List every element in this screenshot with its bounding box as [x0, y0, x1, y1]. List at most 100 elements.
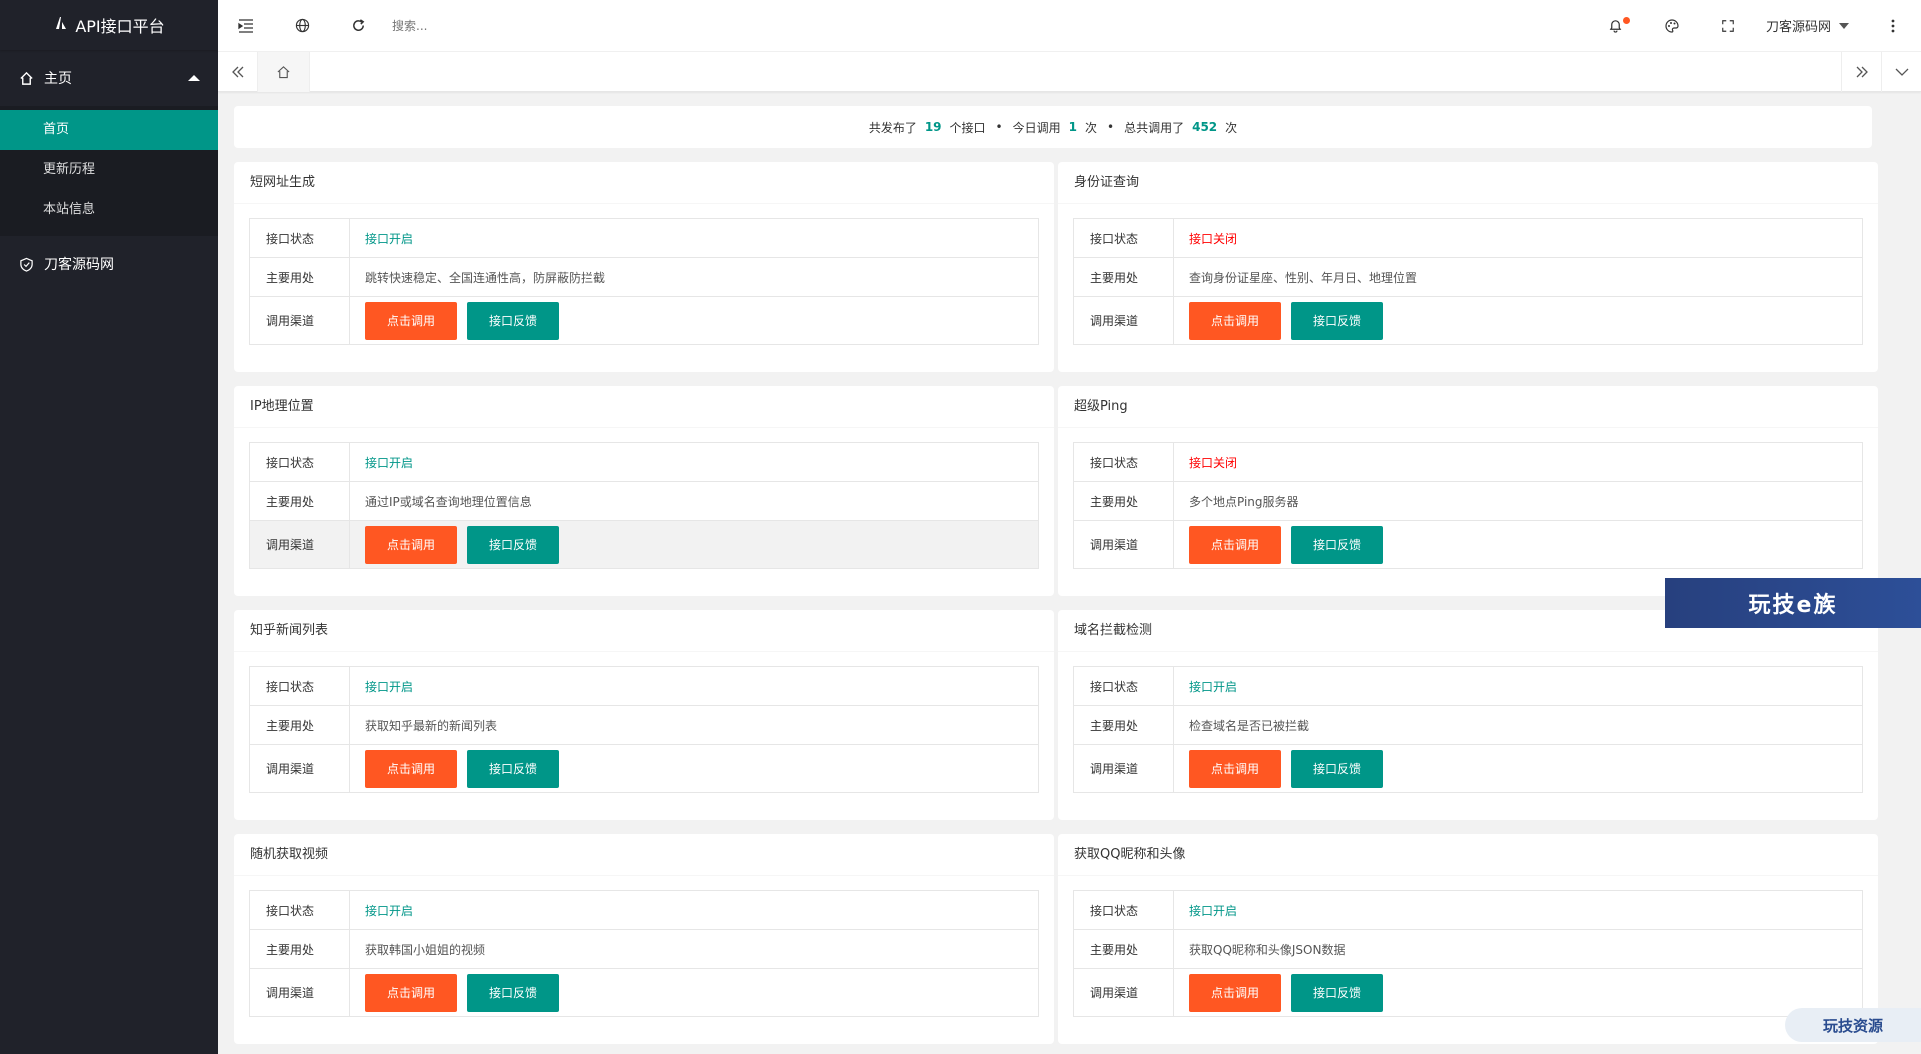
sidebar-item-site-info[interactable]: 本站信息	[0, 190, 218, 230]
api-card-title: 身份证查询	[1058, 162, 1878, 204]
call-api-button[interactable]: 点击调用	[365, 973, 457, 1012]
api-info-table: 接口状态 接口开启 主要用处 获取QQ昵称和头像JSON数据 调用渠道 点击调用 接口反…	[1073, 890, 1863, 1017]
app-logo[interactable]: API接口平台	[0, 0, 218, 50]
call-api-button[interactable]: 点击调用	[365, 749, 457, 788]
call-api-button[interactable]: 点击调用	[1189, 749, 1281, 788]
tabbar-right	[1841, 51, 1921, 92]
api-card-title: 短网址生成	[234, 162, 1054, 204]
usage-label: 主要用处	[249, 481, 350, 521]
stats-total-count: 452	[1192, 120, 1218, 134]
api-info-table: 接口状态 接口开启 主要用处 检查域名是否已被拦截 调用渠道 点击调用 接口反馈	[1073, 666, 1863, 793]
api-card-title: 知乎新闻列表	[234, 610, 1054, 652]
indent-icon	[238, 18, 253, 33]
channel-label: 调用渠道	[1073, 296, 1174, 345]
watermark-logo-bottom: 玩技资源	[1785, 1008, 1921, 1042]
bell-icon	[1610, 20, 1622, 33]
stats-today-unit: 次	[1085, 120, 1098, 135]
feedback-button[interactable]: 接口反馈	[1291, 973, 1383, 1012]
more-button[interactable]	[1865, 0, 1921, 52]
usage-label: 主要用处	[249, 257, 350, 297]
status-label: 接口状态	[1073, 218, 1174, 258]
channel-label: 调用渠道	[1073, 520, 1174, 569]
more-vertical-icon	[1891, 19, 1895, 32]
stats-published-count: 19	[924, 120, 942, 134]
api-card: 随机获取视频 接口状态 接口开启 主要用处 获取韩国小姐姐的视频 调用渠道 点击调用接…	[234, 834, 1054, 1044]
stats-published-label: 共发布了	[868, 120, 917, 135]
api-card-title: IP地理位置	[234, 386, 1054, 428]
channel-label: 调用渠道	[249, 744, 350, 793]
refresh-button[interactable]	[330, 0, 386, 52]
tabs-menu-button[interactable]	[1881, 51, 1921, 92]
top-header: 刀客源码网	[218, 0, 1921, 52]
feedback-button[interactable]: 接口反馈	[1291, 525, 1383, 564]
tabs-scroll-left-button[interactable]	[218, 51, 258, 92]
theme-button[interactable]	[1644, 0, 1700, 52]
api-info-table: 接口状态 接口开启 主要用处 获取知乎最新的新闻列表 调用渠道 点击调用 接口反馈	[249, 666, 1039, 793]
feedback-button[interactable]: 接口反馈	[467, 525, 559, 564]
fullscreen-icon	[1722, 19, 1734, 32]
api-usage: 获取韩国小姐姐的视频	[349, 929, 1039, 969]
api-usage: 多个地点Ping服务器	[1173, 481, 1863, 521]
api-card: 身份证查询 接口状态 接口关闭 主要用处 查询身份证星座、性别、年月日、地理位置 调…	[1058, 162, 1878, 372]
nav-group-site-label: 刀客源码网	[44, 257, 114, 273]
status-label: 接口状态	[1073, 442, 1174, 482]
stats-today-label: 今日调用	[1012, 120, 1061, 135]
watermark-logo: 玩技e族	[1665, 578, 1921, 628]
fullscreen-button[interactable]	[1700, 0, 1756, 52]
call-api-button[interactable]: 点击调用	[365, 525, 457, 564]
stats-today-count: 1	[1068, 120, 1077, 134]
api-card: 短网址生成 接口状态 接口开启 主要用处 跳转快速稳定、全国连通性高，防屏蔽防拦截 …	[234, 162, 1054, 372]
refresh-icon	[352, 19, 364, 31]
globe-icon	[295, 18, 309, 33]
notification-button[interactable]	[1588, 0, 1644, 52]
call-api-button[interactable]: 点击调用	[1189, 525, 1281, 564]
nav-group-home[interactable]: 主页	[0, 50, 218, 106]
feedback-button[interactable]: 接口反馈	[467, 749, 559, 788]
call-api-button[interactable]: 点击调用	[1189, 973, 1281, 1012]
api-card: 超级Ping 接口状态 接口关闭 主要用处 多个地点Ping服务器 调用渠道 点击调用…	[1058, 386, 1878, 596]
api-info-table: 接口状态 接口开启 主要用处 跳转快速稳定、全国连通性高，防屏蔽防拦截 调用渠道 点击…	[249, 218, 1039, 345]
home-icon	[18, 70, 34, 86]
tab-home[interactable]	[258, 51, 310, 92]
feedback-button[interactable]: 接口反馈	[467, 301, 559, 340]
api-usage: 获取QQ昵称和头像JSON数据	[1173, 929, 1863, 969]
api-status: 接口开启	[349, 890, 1039, 930]
api-usage: 获取知乎最新的新闻列表	[349, 705, 1039, 745]
tabs-scroll-right-button[interactable]	[1841, 51, 1881, 92]
sidebar-item-home[interactable]: 首页	[0, 110, 218, 150]
status-label: 接口状态	[249, 442, 350, 482]
subnav: 首页 更新历程 本站信息	[0, 106, 218, 236]
api-usage: 查询身份证星座、性别、年月日、地理位置	[1173, 257, 1863, 297]
call-api-button[interactable]: 点击调用	[1189, 301, 1281, 340]
menu-toggle-button[interactable]	[218, 0, 274, 52]
api-card-grid: 短网址生成 接口状态 接口开启 主要用处 跳转快速稳定、全国连通性高，防屏蔽防拦截 …	[234, 162, 1905, 1044]
caret-down-icon	[1839, 22, 1849, 29]
api-status: 接口开启	[1173, 666, 1863, 706]
search-input[interactable]	[392, 10, 612, 41]
api-status: 接口开启	[1173, 890, 1863, 930]
api-info-table: 接口状态 接口关闭 主要用处 多个地点Ping服务器 调用渠道 点击调用 接口反馈	[1073, 442, 1863, 569]
call-api-button[interactable]: 点击调用	[365, 301, 457, 340]
website-button[interactable]	[274, 0, 330, 52]
nav-group-site[interactable]: 刀客源码网	[0, 236, 218, 292]
feedback-button[interactable]: 接口反馈	[1291, 749, 1383, 788]
status-label: 接口状态	[1073, 666, 1174, 706]
usage-label: 主要用处	[1073, 481, 1174, 521]
usage-label: 主要用处	[249, 929, 350, 969]
stats-total-unit: 次	[1225, 120, 1238, 135]
stats-bar: 共发布了 19 个接口 • 今日调用 1 次 • 总共调用了 452 次	[234, 106, 1872, 148]
channel-label: 调用渠道	[249, 520, 350, 569]
feedback-button[interactable]: 接口反馈	[1291, 301, 1383, 340]
sidebar-item-changelog[interactable]: 更新历程	[0, 150, 218, 190]
header-right: 刀客源码网	[1588, 0, 1921, 52]
api-card: IP地理位置 接口状态 接口开启 主要用处 通过IP或域名查询地理位置信息 调用渠道…	[234, 386, 1054, 596]
api-status: 接口开启	[349, 666, 1039, 706]
feedback-button[interactable]: 接口反馈	[467, 973, 559, 1012]
api-usage: 跳转快速稳定、全国连通性高，防屏蔽防拦截	[349, 257, 1039, 297]
api-card: 知乎新闻列表 接口状态 接口开启 主要用处 获取知乎最新的新闻列表 调用渠道 点击调用…	[234, 610, 1054, 820]
user-menu[interactable]: 刀客源码网	[1756, 16, 1865, 35]
channel-label: 调用渠道	[1073, 968, 1174, 1017]
channel-label: 调用渠道	[249, 968, 350, 1017]
palette-icon	[1665, 18, 1679, 33]
user-name: 刀客源码网	[1765, 20, 1831, 35]
